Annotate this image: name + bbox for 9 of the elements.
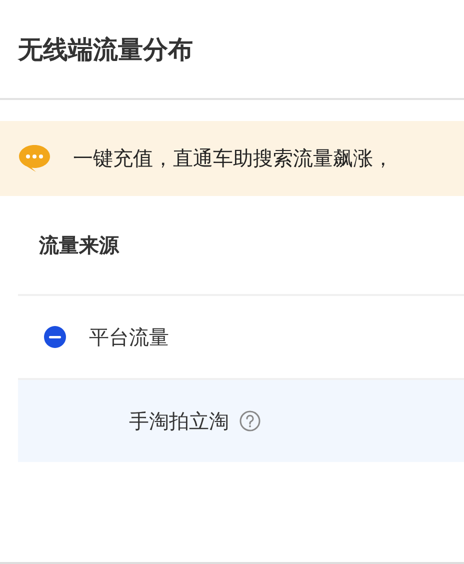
collapse-icon[interactable]	[44, 326, 66, 348]
column-header: 流量来源	[39, 234, 119, 258]
help-icon[interactable]	[239, 410, 261, 432]
page-title: 无线端流量分布	[18, 34, 193, 66]
table-row[interactable]: 手淘拍立淘	[18, 380, 464, 462]
table-cell-text: 手淘拍立淘	[129, 410, 229, 434]
banner-text: 一键充值，直通车助搜索流量飙涨，	[73, 147, 393, 172]
chat-bubble-icon	[18, 144, 51, 173]
table-cell-text: 平台流量	[89, 326, 169, 350]
